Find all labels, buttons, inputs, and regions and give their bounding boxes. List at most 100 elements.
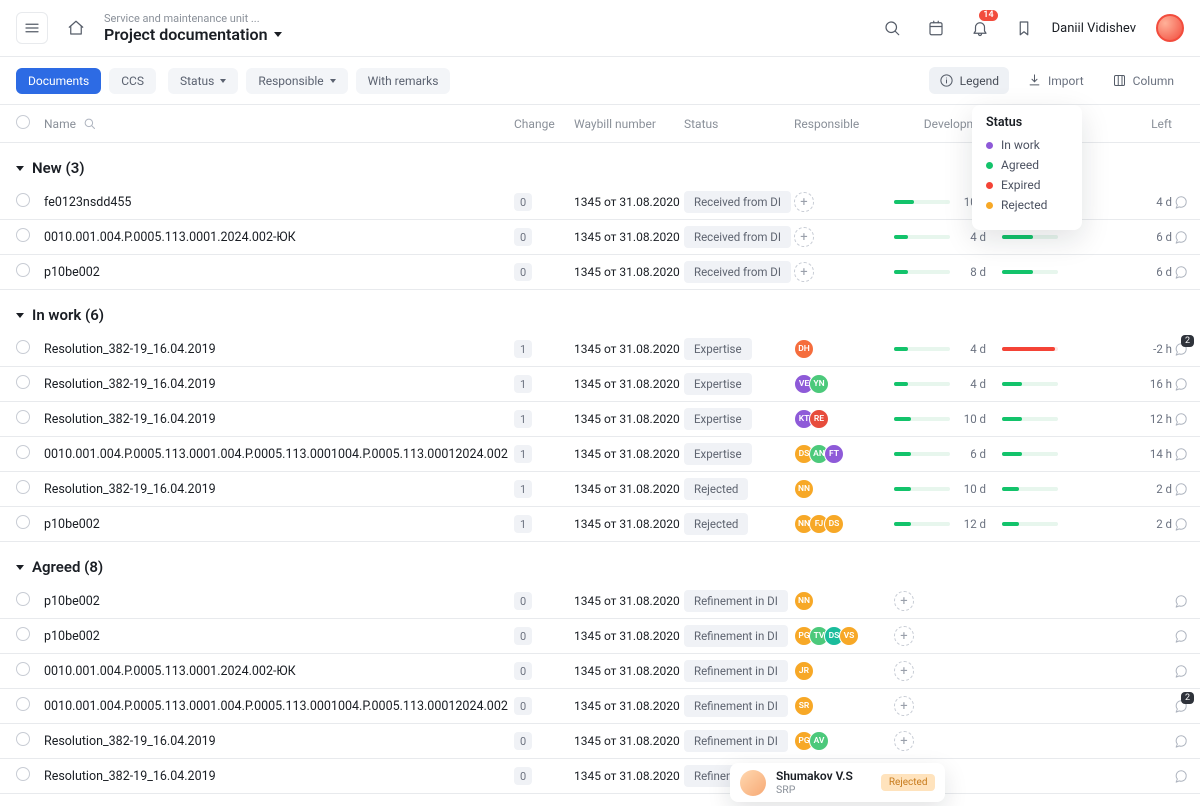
table-row[interactable]: 0010.001.004.Р.0005.113.0001.004.Р.0005.… (0, 437, 1200, 472)
search-button[interactable] (876, 12, 908, 44)
row-select[interactable] (16, 627, 30, 641)
comment-icon[interactable] (1172, 411, 1188, 427)
avatar[interactable]: YN (809, 374, 829, 394)
row-select[interactable] (16, 410, 30, 424)
col-responsible[interactable]: Responsible (794, 117, 894, 131)
add-development-button[interactable]: + (894, 591, 914, 611)
select-all[interactable] (16, 115, 30, 129)
filter-responsible[interactable]: Responsible (246, 68, 347, 94)
table-row[interactable]: Resolution_382-19_16.04.201911345 от 31.… (0, 367, 1200, 402)
table-row[interactable]: Resolution_382-19_16.04.201911345 от 31.… (0, 332, 1200, 367)
table-row[interactable]: Resolution_382-19_16.04.201911345 от 31.… (0, 402, 1200, 437)
comment-icon[interactable] (1172, 264, 1188, 280)
add-responsible-button[interactable]: + (794, 227, 814, 247)
comment-icon[interactable] (1172, 593, 1188, 609)
tab-documents[interactable]: Documents (16, 68, 101, 94)
search-icon[interactable] (82, 116, 97, 131)
hamburger-button[interactable] (16, 12, 48, 44)
change-badge: 0 (514, 767, 532, 785)
user-name[interactable]: Daniil Vidishev (1052, 21, 1136, 36)
table-row[interactable]: Resolution_382-19_16.04.201901345 от 31.… (0, 724, 1200, 759)
avatar[interactable]: SR (794, 696, 814, 716)
add-responsible-button[interactable]: + (794, 262, 814, 282)
comment-icon[interactable]: 2 (1172, 341, 1188, 357)
comment-icon[interactable]: 2 (1172, 698, 1188, 714)
more-responsible[interactable] (862, 629, 874, 644)
avatar[interactable]: DH (794, 339, 814, 359)
table-row[interactable]: 0010.001.004.Р.0005.113.0001.004.Р.0005.… (0, 689, 1200, 724)
avatar[interactable]: RE (809, 409, 829, 429)
comment-icon[interactable] (1172, 663, 1188, 679)
comment-icon[interactable] (1172, 194, 1188, 210)
table-row[interactable]: p10be00201345 от 31.08.2020Refinement in… (0, 584, 1200, 619)
row-select[interactable] (16, 340, 30, 354)
table-row[interactable]: 0010.001.004.Р.0005.113.0001.2024.002-ЮК… (0, 654, 1200, 689)
status-tag: Received from DI (684, 191, 791, 213)
add-development-button[interactable]: + (894, 661, 914, 681)
col-change[interactable]: Change (514, 117, 574, 131)
comment-icon[interactable] (1172, 733, 1188, 749)
table-row[interactable]: p10be00211345 от 31.08.2020RejectedNNFJD… (0, 507, 1200, 542)
comment-icon[interactable] (1172, 376, 1188, 392)
table-row[interactable]: p10be00201345 от 31.08.2020Received from… (0, 255, 1200, 290)
comment-icon[interactable] (1172, 229, 1188, 245)
legend-button[interactable]: Legend (929, 67, 1009, 94)
page-title[interactable]: Project documentation (104, 25, 268, 44)
row-select[interactable] (16, 375, 30, 389)
col-left[interactable]: Left (1112, 117, 1172, 131)
filter-with-remarks[interactable]: With remarks (356, 68, 451, 94)
comment-icon[interactable] (1172, 628, 1188, 644)
development-progress: 6 d (894, 447, 1002, 461)
row-select[interactable] (16, 193, 30, 207)
tab-ccs[interactable]: CCS (109, 68, 156, 94)
add-development-button[interactable]: + (894, 696, 914, 716)
col-status[interactable]: Status (684, 117, 794, 131)
avatar[interactable]: VS (839, 626, 859, 646)
calendar-button[interactable] (920, 12, 952, 44)
chevron-down-icon[interactable] (274, 32, 282, 37)
table-row[interactable]: Resolution_382-19_16.04.201911345 от 31.… (0, 472, 1200, 507)
comment-icon[interactable] (1172, 516, 1188, 532)
home-button[interactable] (60, 12, 92, 44)
filter-status[interactable]: Status (168, 68, 238, 94)
comment-icon[interactable] (1172, 481, 1188, 497)
col-waybill[interactable]: Waybill number (574, 117, 684, 131)
avatar[interactable]: DS (824, 514, 844, 534)
user-avatar[interactable] (1156, 14, 1184, 42)
add-responsible-button[interactable]: + (794, 192, 814, 212)
breadcrumb[interactable]: Service and maintenance unit ... (104, 12, 282, 25)
bookmarks-button[interactable] (1008, 12, 1040, 44)
group-header[interactable]: Agreed (8) (0, 542, 1200, 584)
row-name: Resolution_382-19_16.04.2019 (44, 769, 514, 784)
avatar[interactable]: NN (794, 479, 814, 499)
notifications-button[interactable]: 14 (964, 12, 996, 44)
row-select[interactable] (16, 592, 30, 606)
avatar[interactable]: NN (794, 591, 814, 611)
avatar[interactable]: AV (809, 731, 829, 751)
column-button[interactable]: Column (1102, 67, 1184, 94)
waybill: 1345 от 31.08.2020 (574, 699, 684, 713)
row-select[interactable] (16, 697, 30, 711)
col-name[interactable]: Name (44, 117, 76, 131)
more-responsible[interactable] (832, 734, 844, 749)
row-select[interactable] (16, 662, 30, 676)
comment-icon[interactable] (1172, 768, 1188, 784)
row-select[interactable] (16, 480, 30, 494)
waybill: 1345 от 31.08.2020 (574, 412, 684, 426)
comment-icon[interactable] (1172, 446, 1188, 462)
row-select[interactable] (16, 228, 30, 242)
avatar[interactable]: FT (824, 444, 844, 464)
waybill: 1345 от 31.08.2020 (574, 447, 684, 461)
row-select[interactable] (16, 515, 30, 529)
row-select[interactable] (16, 263, 30, 277)
import-button[interactable]: Import (1017, 67, 1094, 94)
row-select[interactable] (16, 445, 30, 459)
avatar[interactable]: JR (794, 661, 814, 681)
group-header[interactable]: In work (6) (0, 290, 1200, 332)
table-row[interactable]: p10be00201345 от 31.08.2020Refinement in… (0, 619, 1200, 654)
status-tag: Refinement in DI (684, 660, 788, 682)
row-select[interactable] (16, 767, 30, 781)
add-development-button[interactable]: + (894, 731, 914, 751)
row-select[interactable] (16, 732, 30, 746)
add-development-button[interactable]: + (894, 626, 914, 646)
